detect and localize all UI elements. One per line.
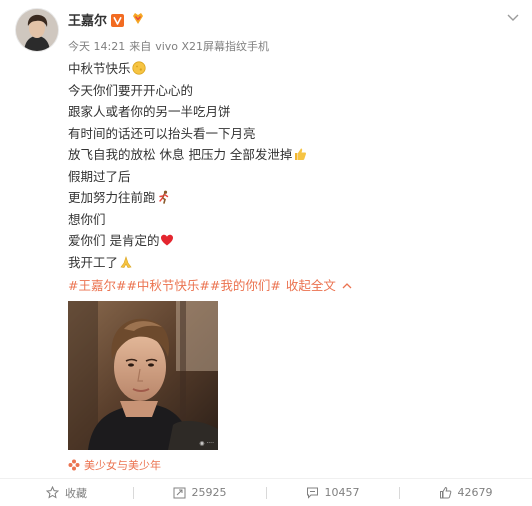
via-label: 来自 (129, 40, 152, 53)
like-button[interactable]: 42679 (399, 479, 532, 506)
post-line: 爱你们 是肯定的 (68, 230, 508, 252)
like-count: 42679 (457, 486, 493, 499)
avatar[interactable] (16, 9, 58, 51)
post-text: 中秋节快乐 今天你们要开开心心的 跟家人或者你的另一半吃月饼 有时间的话还可以抬… (68, 58, 508, 273)
post-line: 跟家人或者你的另一半吃月饼 (68, 104, 231, 119)
fan-badge-icon[interactable] (130, 10, 146, 26)
chevron-up-icon[interactable] (342, 277, 352, 292)
repost-button[interactable]: 25925 (133, 479, 266, 506)
like-icon (439, 486, 451, 499)
topic-tags: #王嘉尔##中秋节快乐##我的你们# 收起全文 (68, 275, 352, 294)
topic-tag[interactable]: #中秋节快乐# (126, 278, 209, 293)
post-line: 今天你们要开开心心的 (68, 82, 194, 98)
weibo-verified-v-icon[interactable] (111, 12, 124, 27)
post-photo[interactable]: ◉ ···· (68, 301, 218, 450)
source-link[interactable]: 美少女与美少年 (68, 457, 161, 474)
comment-icon (306, 487, 318, 499)
device-name[interactable]: vivo X21屏幕指纹手机 (155, 40, 269, 53)
comment-button[interactable]: 10457 (266, 479, 399, 506)
moon-emoji-icon (131, 60, 146, 82)
favorite-label: 收藏 (65, 486, 87, 500)
thumbs-up-emoji-icon (293, 146, 307, 168)
star-icon (46, 486, 59, 499)
pray-emoji-icon (119, 254, 133, 276)
post-line: 假期过了后 (68, 168, 131, 184)
topic-tag[interactable]: #我的你们# (210, 278, 281, 293)
favorite-button[interactable]: 收藏 (0, 479, 133, 506)
repost-count: 25925 (191, 486, 227, 499)
post-line: 想你们 (68, 211, 106, 227)
post-line: 我开工了 (68, 252, 508, 274)
post-line: 中秋节快乐 (68, 58, 508, 80)
photo-watermark: ◉ ···· (199, 440, 214, 447)
collapse-full-text-link[interactable]: 收起全文 (286, 278, 336, 293)
flower-icon (68, 459, 80, 474)
source-label[interactable]: 美少女与美少年 (84, 459, 161, 472)
chevron-down-icon[interactable] (504, 10, 522, 24)
user-name[interactable]: 王嘉尔 (68, 10, 107, 29)
running-emoji-icon (157, 189, 171, 211)
post-line: 有时间的话还可以抬头看一下月亮 (68, 125, 256, 141)
comment-count: 10457 (324, 486, 360, 499)
action-bar: 收藏 25925 10457 42679 (0, 479, 532, 506)
post-meta: 今天 14:21 来自 vivo X21屏幕指纹手机 (68, 38, 273, 54)
repost-icon (173, 487, 185, 499)
post-time[interactable]: 今天 14:21 (68, 40, 125, 53)
heart-emoji-icon (160, 232, 174, 254)
post-line: 更加努力往前跑 (68, 187, 508, 209)
topic-tag[interactable]: #王嘉尔# (68, 278, 126, 293)
post-line: 放飞自我的放松 休息 把压力 全部发泄掉 (68, 144, 508, 166)
